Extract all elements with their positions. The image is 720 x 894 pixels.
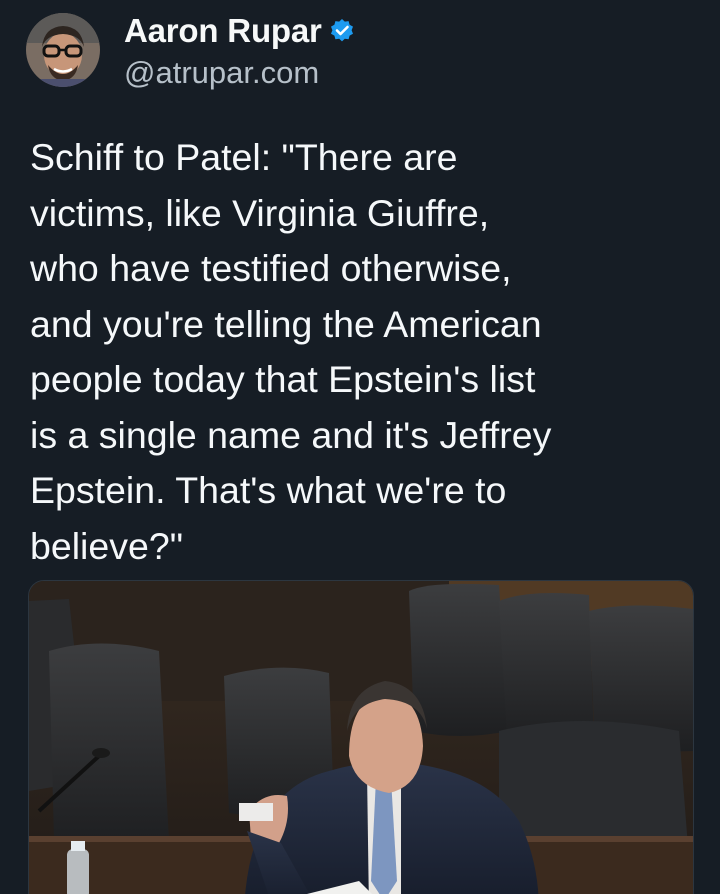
author-block: Aaron Rupar @atrupar.com: [124, 9, 355, 91]
verified-badge-icon: [329, 18, 355, 44]
author-handle[interactable]: @atrupar.com: [124, 55, 355, 91]
author-display-name[interactable]: Aaron Rupar: [124, 12, 322, 50]
post-media-image[interactable]: [28, 580, 694, 894]
post-text: Schiff to Patel: "There are victims, lik…: [30, 136, 552, 567]
post-card: Aaron Rupar @atrupar.com Schiff to Patel…: [0, 0, 720, 894]
avatar[interactable]: [26, 13, 100, 87]
hearing-photo: [29, 581, 693, 894]
post-header: Aaron Rupar @atrupar.com: [26, 10, 355, 90]
avatar-image: [26, 13, 100, 87]
name-row: Aaron Rupar: [124, 9, 355, 53]
